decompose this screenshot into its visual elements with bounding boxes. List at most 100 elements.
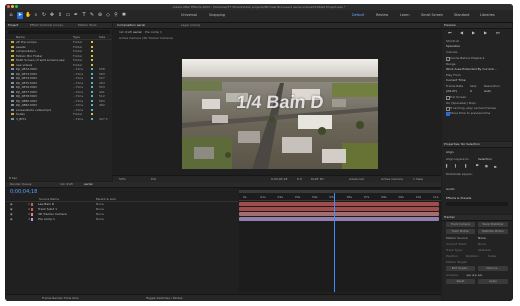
range-select[interactable]: Work Area Extended By Current... xyxy=(446,67,497,71)
workspace-libraries[interactable]: Libraries xyxy=(480,12,495,19)
workspace-standard[interactable]: Standard xyxy=(454,12,469,19)
layer-track-bar[interactable] xyxy=(239,207,439,211)
breadcrumb-aerial[interactable]: aerial xyxy=(133,30,141,34)
universal-label[interactable]: Universal xyxy=(181,12,197,19)
time-ruler[interactable]: 0s 01s 02s 03s 04s 05s 06s 07s 08s 09s 10s 11s xyxy=(239,195,441,201)
exposure-value[interactable]: 0.0 xyxy=(297,177,302,181)
align-to-select[interactable]: Selection xyxy=(478,157,492,161)
workspace-learn[interactable]: Learn xyxy=(400,12,409,19)
clone-icon[interactable]: ⊕ xyxy=(97,12,103,19)
options-button[interactable]: Options... xyxy=(478,266,508,271)
selection-icon[interactable]: ➤ xyxy=(17,12,23,19)
tab-aerial[interactable]: aerial xyxy=(84,182,92,187)
visibility-eye-icon[interactable]: ◉ xyxy=(10,217,13,222)
hand-icon[interactable]: ✋ xyxy=(25,12,31,19)
rotation-checkbox[interactable]: Rotation xyxy=(466,254,479,258)
renderer-select[interactable]: Advanced xyxy=(349,177,364,181)
align-center-v-icon[interactable]: ■ xyxy=(485,164,488,168)
layer-track-bar[interactable] xyxy=(239,217,439,221)
breadcrumb-1st-draft[interactable]: 1st draft xyxy=(119,30,132,34)
brush-icon[interactable]: ✎ xyxy=(89,12,95,19)
tab-effect-controls[interactable]: Effect Controls (none) xyxy=(30,23,63,28)
zoom-level[interactable]: 50% xyxy=(119,177,126,181)
align-left-icon[interactable]: ▌ xyxy=(446,164,448,168)
type-icon[interactable]: T xyxy=(81,12,87,19)
toggle-switches-modes[interactable]: Toggle Switches / Modes xyxy=(146,296,183,300)
puppet-icon[interactable]: ✱ xyxy=(121,12,127,19)
shortcut-select[interactable]: Spacebar xyxy=(446,44,460,48)
last-frame-icon[interactable]: ⏭ xyxy=(496,30,500,35)
layer-track-bar[interactable] xyxy=(239,202,439,206)
column-name[interactable]: Name xyxy=(16,35,25,39)
home-icon[interactable]: ⌂ xyxy=(8,12,14,19)
layer-parent-select[interactable]: None xyxy=(96,217,104,222)
label-color-swatch[interactable] xyxy=(91,41,93,44)
edit-target-button[interactable]: Edit Target... xyxy=(446,266,475,271)
column-type[interactable]: Type xyxy=(73,35,80,39)
label-color-swatch[interactable] xyxy=(91,90,93,93)
dolly-icon[interactable]: ⇕ xyxy=(57,12,63,19)
tab-render-queue[interactable]: Render Queue xyxy=(10,182,32,187)
apply-button[interactable]: Apply xyxy=(478,279,508,284)
layer-label-color[interactable] xyxy=(31,208,34,211)
warp-stabilizer-button[interactable]: Warp Stabilizer xyxy=(478,222,508,227)
eraser-icon[interactable]: ◇ xyxy=(105,12,111,19)
align-bottom-icon[interactable]: ▄ xyxy=(494,164,496,168)
label-color-swatch[interactable] xyxy=(91,72,93,75)
views-select[interactable]: 1 View xyxy=(413,177,423,181)
tab-project[interactable]: Project xyxy=(8,23,18,28)
parent-link-column[interactable]: Parent & Link xyxy=(96,197,116,201)
label-color-swatch[interactable] xyxy=(91,108,93,111)
next-frame-icon[interactable]: ▶ xyxy=(484,30,487,35)
scale-checkbox[interactable]: Scale xyxy=(488,254,496,258)
workspace-small-screen[interactable]: Small Screen xyxy=(421,12,443,19)
resolution-select-preview[interactable]: Auto xyxy=(484,89,491,93)
label-color-swatch[interactable] xyxy=(91,95,93,98)
label-color-swatch[interactable] xyxy=(91,59,93,62)
align-top-icon[interactable]: ▀ xyxy=(476,164,478,168)
orbit-icon[interactable]: ↻ xyxy=(41,12,47,19)
reset-button[interactable]: Reset xyxy=(446,279,475,284)
play-from-select[interactable]: Current Time xyxy=(446,78,466,82)
layer-label-color[interactable] xyxy=(31,203,34,206)
label-color-swatch[interactable] xyxy=(91,113,93,116)
tab-layer[interactable]: Layer (none) xyxy=(181,23,200,28)
tab-motion-tools[interactable]: Motion Tools xyxy=(78,23,97,28)
effects-presets-label[interactable]: Effects & Presets xyxy=(446,196,471,200)
prev-frame-icon[interactable]: ◀ xyxy=(460,30,463,35)
label-color-swatch[interactable] xyxy=(91,50,93,53)
workspace-review[interactable]: Review xyxy=(376,12,388,19)
analyze-controls[interactable]: ◀◀ ◀ ▶ ▶▶ xyxy=(466,273,483,277)
snapping-toggle[interactable]: Snapping xyxy=(209,12,225,19)
camera-select[interactable]: Active Camera xyxy=(381,177,403,181)
label-color-swatch[interactable] xyxy=(91,45,93,48)
label-color-swatch[interactable] xyxy=(91,77,93,80)
skip-select[interactable]: 0 xyxy=(470,89,472,93)
label-color-swatch[interactable] xyxy=(91,63,93,66)
align-label[interactable]: Align xyxy=(446,150,454,154)
tab-composition[interactable]: Composition aerial xyxy=(117,23,145,28)
label-color-swatch[interactable] xyxy=(91,54,93,57)
position-checkbox[interactable]: Position xyxy=(446,254,458,258)
stabilize-motion-button[interactable]: Stabilize Motion xyxy=(478,229,508,234)
timeline-timecode[interactable]: 0;00;04;18 xyxy=(10,189,37,195)
motion-source-select[interactable]: None xyxy=(478,236,486,240)
layer-row[interactable]: ◉ 4 Pre comp 1 None xyxy=(6,217,238,222)
roto-icon[interactable]: ⚲ xyxy=(113,12,119,19)
play-icon[interactable]: ▶ xyxy=(472,30,475,35)
comp-timecode[interactable]: 0;00;04;18 xyxy=(271,177,287,181)
label-color-swatch[interactable] xyxy=(91,86,93,89)
search-input[interactable] xyxy=(8,30,110,34)
tab-1st-draft[interactable]: 1st draft xyxy=(60,182,73,187)
rectangle-icon[interactable]: ▭ xyxy=(65,12,71,19)
zoom-icon[interactable]: ⌕ xyxy=(33,12,39,19)
effects-search-input[interactable] xyxy=(446,202,508,206)
track-type-select[interactable]: Stabilize xyxy=(478,248,491,252)
draft-3d-toggle[interactable]: Draft 3D xyxy=(311,177,324,181)
pen-icon[interactable]: ✒ xyxy=(73,12,79,19)
track-motion-button[interactable]: Track Motion xyxy=(446,229,475,234)
current-track-select[interactable]: None xyxy=(478,242,486,246)
source-name-column[interactable]: Source Name xyxy=(39,197,59,201)
layer-track-bar[interactable] xyxy=(239,212,439,216)
workspace-default[interactable]: Default xyxy=(352,12,364,19)
